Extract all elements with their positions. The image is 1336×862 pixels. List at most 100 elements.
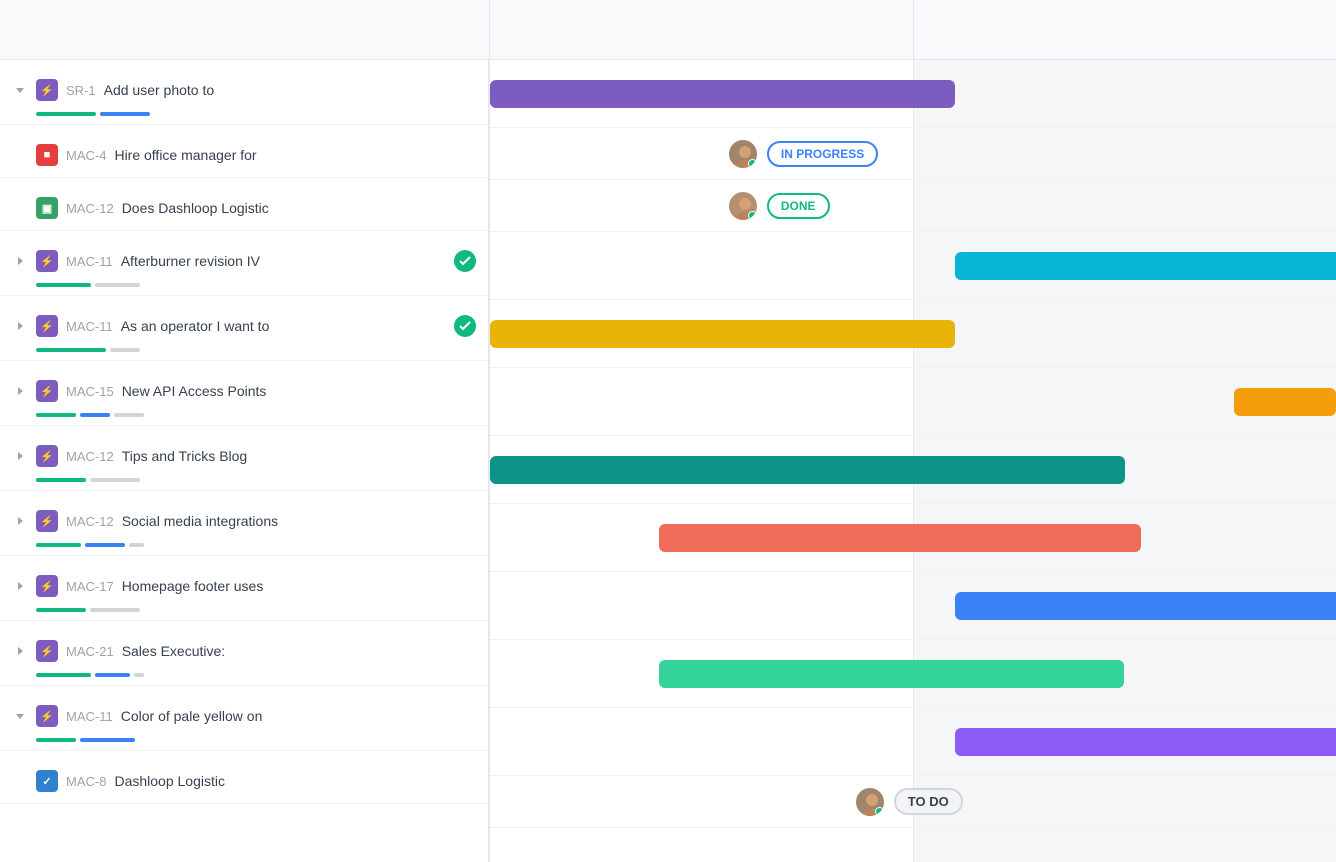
gantt-bar xyxy=(1234,388,1336,416)
progress-bar-wrap xyxy=(0,673,488,685)
epic-row-main: ▣MAC-12Does Dashloop Logistic xyxy=(0,178,488,230)
progress-bar-wrap xyxy=(0,543,488,555)
gantt-row xyxy=(490,640,1336,708)
avatar xyxy=(727,190,759,222)
epic-icon: ⚡ xyxy=(36,250,58,272)
gantt-bar xyxy=(490,320,955,348)
expand-button[interactable] xyxy=(12,253,28,269)
epic-row: ⚡MAC-11Color of pale yellow on xyxy=(0,686,488,751)
epic-title: Dashloop Logistic xyxy=(114,773,476,789)
epic-icon: ⚡ xyxy=(36,79,58,101)
gantt-bar xyxy=(955,252,1336,280)
epic-row-main: ⚡ MAC-21 Sales Executive: xyxy=(0,621,488,673)
gantt-row xyxy=(490,436,1336,504)
progress-segment xyxy=(114,413,144,417)
epic-id: MAC-12 xyxy=(66,449,114,464)
progress-segment xyxy=(36,673,91,677)
progress-segment xyxy=(134,673,144,677)
expand-button[interactable] xyxy=(12,383,28,399)
epic-id: MAC-4 xyxy=(66,148,106,163)
gantt-bar xyxy=(659,660,1124,688)
gantt-area: IN PROGRESS DONE TO DO xyxy=(490,60,1336,862)
status-badge: DONE xyxy=(767,193,830,219)
expand-button[interactable] xyxy=(12,643,28,659)
progress-segment xyxy=(36,543,81,547)
gantt-row xyxy=(490,368,1336,436)
epic-id: MAC-11 xyxy=(66,319,113,334)
epic-id: MAC-8 xyxy=(66,774,106,789)
progress-segment xyxy=(85,543,125,547)
progress-segment xyxy=(90,608,140,612)
epic-row: ⚡MAC-12Tips and Tricks Blog xyxy=(0,426,488,491)
avatar xyxy=(854,786,886,818)
expand-button[interactable] xyxy=(12,578,28,594)
epic-title: Social media integrations xyxy=(122,513,476,529)
progress-segment xyxy=(110,348,140,352)
epic-row-main: ⚡MAC-12Tips and Tricks Blog xyxy=(0,426,488,478)
gantt-row xyxy=(490,232,1336,300)
epic-title: Homepage footer uses xyxy=(122,578,476,594)
progress-segment xyxy=(100,112,150,116)
expand-button[interactable] xyxy=(12,708,28,724)
epic-id: MAC-11 xyxy=(66,254,113,269)
epic-title: Tips and Tricks Blog xyxy=(122,448,476,464)
epic-icon: ⚡ xyxy=(36,640,58,662)
gantt-row xyxy=(490,708,1336,776)
gantt-bar xyxy=(955,728,1336,756)
epic-icon: ⚡ xyxy=(36,380,58,402)
epic-icon: ⚡ xyxy=(36,575,58,597)
progress-segment xyxy=(36,112,96,116)
epic-title: Afterburner revision IV xyxy=(121,253,446,269)
epic-icon: ⚡ xyxy=(36,315,58,337)
epic-title: Does Dashloop Logistic xyxy=(122,200,476,216)
epic-row-main: ⚡ MAC-12 Social media integrations xyxy=(0,491,488,543)
progress-segment xyxy=(36,413,76,417)
epic-row-main: ⚡ MAC-11 Afterburner revision IV xyxy=(0,231,488,283)
progress-segment xyxy=(36,283,91,287)
epic-row: ⚡MAC-17Homepage footer uses xyxy=(0,556,488,621)
avatar-status-wrap: TO DO xyxy=(854,786,963,818)
epic-row: ⚡ MAC-21 Sales Executive: xyxy=(0,621,488,686)
progress-segment xyxy=(95,283,140,287)
epic-id: SR-1 xyxy=(66,83,96,98)
epic-list: ⚡SR-1Add user photo to■MAC-4Hire office … xyxy=(0,60,490,862)
epic-icon: ⚡ xyxy=(36,705,58,727)
epic-id: MAC-21 xyxy=(66,644,114,659)
epic-row: ⚡ MAC-11 Afterburner revision IV xyxy=(0,231,488,296)
expand-button[interactable] xyxy=(12,318,28,334)
expand-button[interactable] xyxy=(12,82,28,98)
avatar xyxy=(727,138,759,170)
epic-icon: ✓ xyxy=(36,770,58,792)
progress-segment xyxy=(36,608,86,612)
epic-id: MAC-12 xyxy=(66,514,114,529)
progress-bar-wrap xyxy=(0,413,488,425)
epic-row-main: ⚡ MAC-11 As an operator I want to xyxy=(0,296,488,348)
progress-bar-wrap xyxy=(0,478,488,490)
epic-row-main: ⚡MAC-17Homepage footer uses xyxy=(0,556,488,608)
header-jun xyxy=(914,0,1336,59)
epic-row: ⚡ MAC-11 As an operator I want to xyxy=(0,296,488,361)
epic-title: Sales Executive: xyxy=(122,643,476,659)
gantt-row xyxy=(490,504,1336,572)
progress-bar-wrap xyxy=(0,738,488,750)
avatar-status-wrap: IN PROGRESS xyxy=(727,138,878,170)
gantt-bar xyxy=(955,592,1336,620)
progress-segment xyxy=(36,478,86,482)
epic-id: MAC-12 xyxy=(66,201,114,216)
gantt-rows: IN PROGRESS DONE TO DO xyxy=(490,60,1336,828)
epic-row-main: ⚡SR-1Add user photo to xyxy=(0,60,488,112)
progress-bar-wrap xyxy=(0,348,488,360)
expand-button[interactable] xyxy=(12,513,28,529)
epic-id: MAC-11 xyxy=(66,709,113,724)
gantt-bar xyxy=(659,524,1141,552)
epic-row-main: ⚡MAC-11Color of pale yellow on xyxy=(0,686,488,738)
epic-row: ▣MAC-12Does Dashloop Logistic xyxy=(0,178,488,231)
gantt-bar xyxy=(490,456,1125,484)
epic-icon: ⚡ xyxy=(36,510,58,532)
check-badge xyxy=(454,315,476,337)
gantt-row-child: TO DO xyxy=(490,776,1336,828)
expand-button[interactable] xyxy=(12,448,28,464)
body: ⚡SR-1Add user photo to■MAC-4Hire office … xyxy=(0,60,1336,862)
epic-title: As an operator I want to xyxy=(121,318,446,334)
epic-row: ✓ MAC-8 Dashloop Logistic xyxy=(0,751,488,804)
